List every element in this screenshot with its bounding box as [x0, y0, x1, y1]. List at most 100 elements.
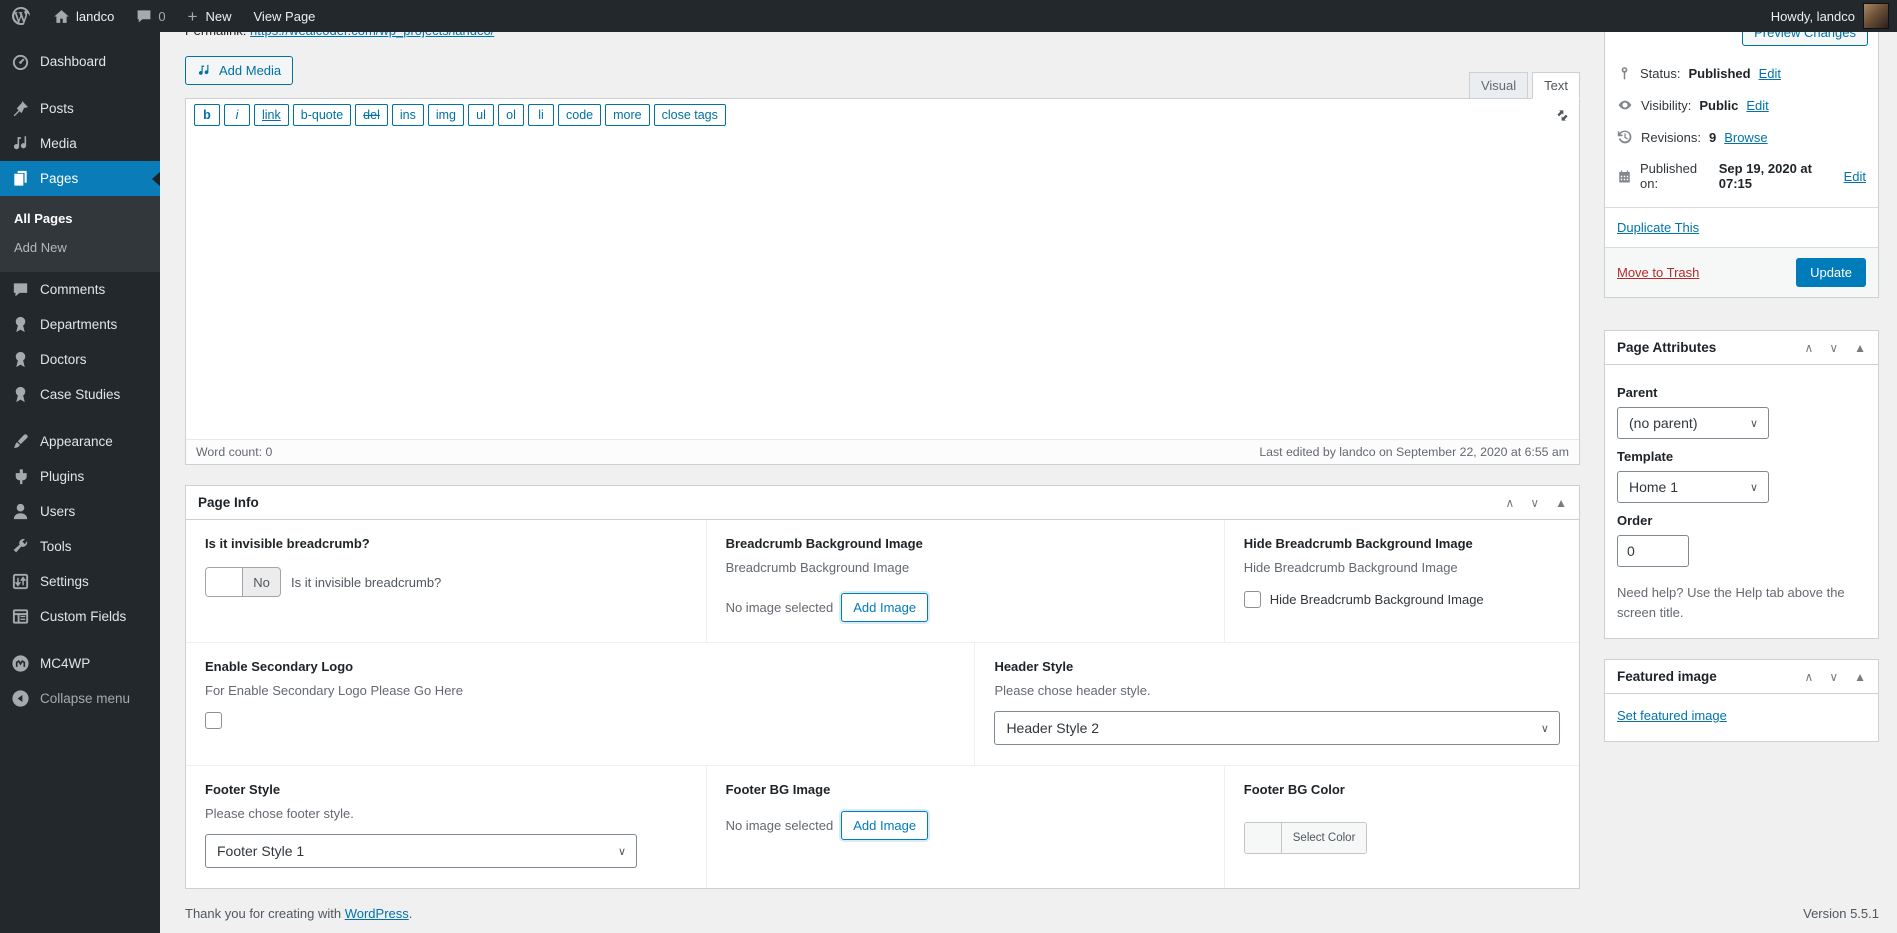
site-name-menu[interactable]: landco [42, 0, 125, 32]
sidebar-item-label: Dashboard [40, 54, 106, 69]
edit-visibility-link[interactable]: Edit [1746, 98, 1768, 113]
move-up-icon[interactable]: ∧ [1805, 670, 1814, 684]
invisible-breadcrumb-toggle[interactable]: No [205, 567, 281, 597]
view-page-menu[interactable]: View Page [243, 0, 327, 32]
revisions-label: Revisions: [1641, 130, 1701, 145]
set-featured-image-link[interactable]: Set featured image [1617, 708, 1727, 723]
comments-bubble-menu[interactable]: 0 [125, 0, 176, 32]
last-edited: Last edited by landco on September 22, 2… [1259, 445, 1569, 459]
sidebar-item-media[interactable]: Media [0, 126, 160, 161]
sidebar-item-appearance[interactable]: Appearance [0, 424, 160, 459]
user-avatar[interactable] [1863, 3, 1889, 29]
sidebar-item-doctors[interactable]: Doctors [0, 342, 160, 377]
quicktag-ul[interactable]: ul [468, 104, 494, 126]
sidebar-item-dashboard[interactable]: Dashboard [0, 44, 160, 79]
edit-status-link[interactable]: Edit [1759, 66, 1781, 81]
move-down-icon[interactable]: ∨ [1829, 341, 1838, 355]
quicktag-ins[interactable]: ins [392, 104, 424, 126]
wordpress-link[interactable]: WordPress [345, 906, 409, 921]
sidebar-item-plugins[interactable]: Plugins [0, 459, 160, 494]
featured-image-header[interactable]: Featured image ∧ ∨ ▲ [1605, 660, 1878, 694]
move-to-trash-link[interactable]: Move to Trash [1617, 265, 1699, 280]
no-image-status: No image selected [726, 818, 834, 833]
browse-revisions-link[interactable]: Browse [1724, 130, 1767, 145]
submenu-item-add-new[interactable]: Add New [0, 233, 160, 262]
field-hide-breadcrumb-bg: Hide Breadcrumb Background Image Hide Br… [1224, 520, 1579, 642]
template-select[interactable]: Home 1 ∨ [1617, 471, 1769, 503]
sidebar-item-users[interactable]: Users [0, 494, 160, 529]
page-attributes-metabox: Page Attributes ∧ ∨ ▲ Parent (no parent)… [1604, 330, 1879, 639]
add-media-button[interactable]: Add Media [185, 56, 293, 85]
howdy-account-menu[interactable]: Howdy, landco [1771, 9, 1855, 24]
fullscreen-toggle[interactable] [1554, 107, 1571, 124]
quicktag-img[interactable]: img [428, 104, 464, 126]
quicktag-li[interactable]: li [528, 104, 554, 126]
sidebar-item-departments[interactable]: Departments [0, 307, 160, 342]
sidebar-item-comments[interactable]: Comments [0, 272, 160, 307]
move-up-icon[interactable]: ∧ [1506, 496, 1515, 510]
quicktag-more[interactable]: more [605, 104, 649, 126]
update-button[interactable]: Update [1796, 258, 1866, 287]
add-media-icon [197, 63, 212, 78]
wrench-icon [11, 537, 30, 556]
sidebar-item-custom-fields[interactable]: Custom Fields [0, 599, 160, 634]
move-down-icon[interactable]: ∨ [1829, 670, 1838, 684]
quicktag-code[interactable]: code [558, 104, 601, 126]
publish-metabox: Preview Changes Status: Published Edit V… [1604, 32, 1879, 298]
content-textarea[interactable] [186, 131, 1579, 439]
field-desc: Please chose footer style. [205, 806, 687, 821]
parent-select[interactable]: (no parent) ∨ [1617, 407, 1769, 439]
toggle-panel-icon[interactable]: ▲ [1854, 341, 1866, 355]
tab-text[interactable]: Text [1532, 72, 1580, 99]
sidebar-item-tools[interactable]: Tools [0, 529, 160, 564]
permalink-link[interactable]: https://wealcoder.com/wp_projects/landco… [250, 32, 494, 38]
preview-changes-button[interactable]: Preview Changes [1742, 32, 1868, 46]
move-down-icon[interactable]: ∨ [1530, 496, 1539, 510]
tab-visual[interactable]: Visual [1469, 72, 1528, 99]
admin-bar: landco 0 + New View Page Howdy, landco [0, 0, 1897, 32]
pages-submenu: All Pages Add New [0, 196, 160, 272]
quicktag-blockquote[interactable]: b-quote [293, 104, 351, 126]
sidebar-item-label: Custom Fields [40, 609, 126, 624]
visibility-label: Visibility: [1641, 98, 1691, 113]
page-info-header[interactable]: Page Info ∧ ∨ ▲ [186, 486, 1579, 520]
field-title: Hide Breadcrumb Background Image [1244, 536, 1560, 551]
footer-bg-color-picker[interactable]: Select Color [1244, 822, 1368, 854]
quicktag-del[interactable]: del [355, 104, 388, 126]
field-title: Breadcrumb Background Image [726, 536, 1205, 551]
wordpress-logo-menu[interactable] [0, 0, 42, 32]
sidebar-item-pages[interactable]: Pages [0, 161, 160, 196]
breadcrumb-add-image-button[interactable]: Add Image [841, 593, 928, 622]
footer-add-image-button[interactable]: Add Image [841, 811, 928, 840]
footer-style-select[interactable]: Footer Style 1 ∨ [205, 834, 637, 868]
new-content-menu[interactable]: + New [177, 0, 243, 32]
edit-published-link[interactable]: Edit [1844, 169, 1866, 184]
word-count: Word count: 0 [196, 445, 272, 459]
collapse-menu-button[interactable]: Collapse menu [0, 681, 160, 716]
select-color-button: Select Color [1282, 823, 1367, 853]
sidebar-item-posts[interactable]: Posts [0, 91, 160, 126]
toggle-value: No [243, 575, 280, 590]
page-attributes-header[interactable]: Page Attributes ∧ ∨ ▲ [1605, 331, 1878, 365]
quicktag-link[interactable]: link [254, 104, 289, 126]
field-enable-secondary-logo: Enable Secondary Logo For Enable Seconda… [186, 643, 974, 765]
hide-breadcrumb-checkbox[interactable] [1244, 591, 1261, 608]
sidebar-item-case-studies[interactable]: Case Studies [0, 377, 160, 412]
quicktag-bold[interactable]: b [194, 104, 220, 126]
submenu-item-all-pages[interactable]: All Pages [0, 204, 160, 233]
duplicate-this-link[interactable]: Duplicate This [1617, 220, 1699, 235]
toggle-panel-icon[interactable]: ▲ [1854, 670, 1866, 684]
quicktag-ol[interactable]: ol [498, 104, 524, 126]
order-input[interactable] [1617, 535, 1689, 567]
quicktag-close-tags[interactable]: close tags [654, 104, 726, 126]
secondary-logo-checkbox[interactable] [205, 712, 222, 729]
visibility-value: Public [1699, 98, 1738, 113]
move-up-icon[interactable]: ∧ [1805, 341, 1814, 355]
toggle-panel-icon[interactable]: ▲ [1555, 496, 1567, 510]
admin-sidebar-menu: Dashboard Posts Media Pages All Pages Ad… [0, 32, 160, 933]
sidebar-item-settings[interactable]: Settings [0, 564, 160, 599]
header-style-select[interactable]: Header Style 2 ∨ [994, 711, 1560, 745]
sidebar-item-label: Appearance [40, 434, 113, 449]
sidebar-item-mc4wp[interactable]: MC4WP [0, 646, 160, 681]
quicktag-italic[interactable]: i [224, 104, 250, 126]
